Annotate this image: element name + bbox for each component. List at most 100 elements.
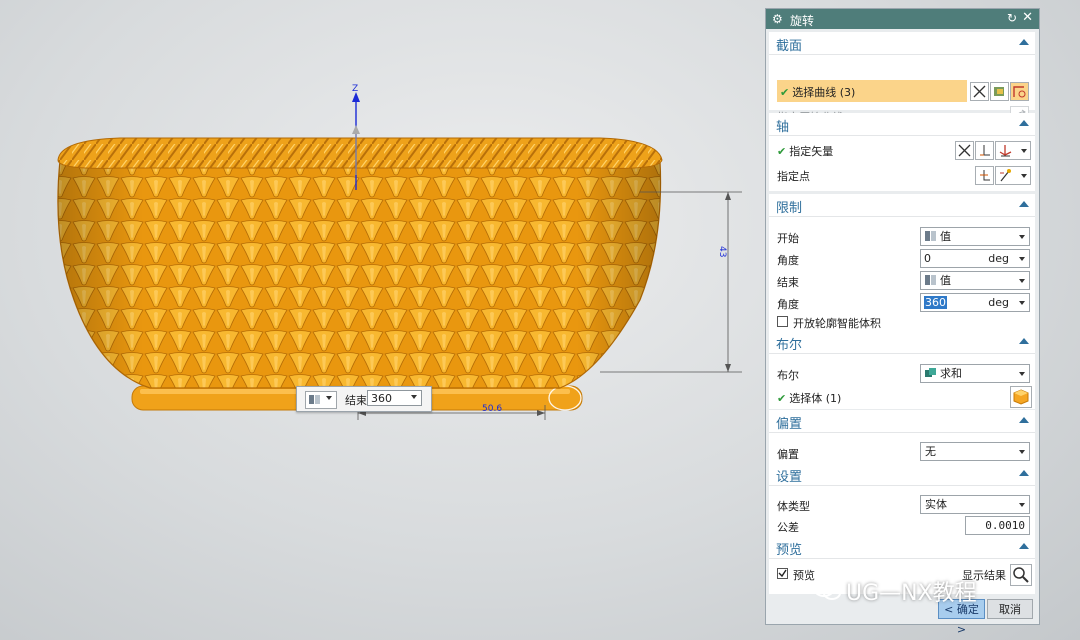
reverse-direction-button[interactable] xyxy=(955,141,974,160)
start-label: 开始 xyxy=(777,232,799,245)
start-angle-input[interactable]: 0 deg xyxy=(920,249,1030,268)
start-type-value: 值 xyxy=(940,230,951,243)
start-angle-unit: deg xyxy=(988,252,1009,265)
check-icon: ✔ xyxy=(780,86,790,99)
vertical-dimension-value[interactable]: 43 xyxy=(717,246,727,257)
body-type-value: 实体 xyxy=(925,498,947,511)
curve-icon xyxy=(1013,86,1026,98)
start-angle-label: 角度 xyxy=(777,254,799,267)
open-profile-checkbox[interactable] xyxy=(777,316,788,327)
boolean-header[interactable]: 布尔 xyxy=(769,331,1035,354)
specify-point-label: 指定点 xyxy=(777,170,810,183)
collapse-chevron-icon[interactable] xyxy=(1019,120,1029,126)
collapse-chevron-icon[interactable] xyxy=(1019,417,1029,423)
start-angle-value: 0 xyxy=(924,252,931,265)
float-end-input[interactable]: 360 xyxy=(367,390,422,406)
horizontal-dimension-value[interactable]: 50.6 xyxy=(482,404,502,414)
float-end-value: 360 xyxy=(371,392,392,405)
point-dialog-icon xyxy=(980,170,990,181)
gear-icon[interactable]: ⚙ xyxy=(772,12,783,26)
open-profile-label: 开放轮廓智能体积 xyxy=(793,317,881,330)
z-axis-label: Z xyxy=(352,84,358,94)
reverse-direction-icon xyxy=(958,144,971,157)
limits-header[interactable]: 限制 xyxy=(769,194,1035,217)
collapse-chevron-icon[interactable] xyxy=(1019,39,1029,45)
solid-body-icon xyxy=(1013,389,1029,405)
tolerance-value: 0.0010 xyxy=(985,519,1025,532)
sketch-section-button[interactable] xyxy=(990,82,1009,101)
select-curve-row[interactable]: ✔ 选择曲线 (3) xyxy=(777,80,967,102)
end-angle-float-bar: 结束 360 xyxy=(296,386,432,412)
unite-icon xyxy=(925,368,936,377)
section-header[interactable]: 截面 xyxy=(769,32,1035,55)
check-icon: ✔ xyxy=(777,392,787,405)
wechat-watermark-icon xyxy=(813,579,841,600)
reset-icon[interactable]: ↻ xyxy=(1007,11,1017,25)
collapse-chevron-icon[interactable] xyxy=(1019,543,1029,549)
boolean-value: 求和 xyxy=(940,367,962,380)
end-angle-input[interactable]: 360 deg xyxy=(920,293,1030,312)
cancel-button[interactable]: 取消 xyxy=(987,599,1033,619)
offset-value: 无 xyxy=(925,445,936,458)
end-type-select[interactable]: 值 xyxy=(920,271,1030,290)
collapse-chevron-icon[interactable] xyxy=(1019,470,1029,476)
dialog-title: 旋转 xyxy=(790,14,815,28)
offset-panel: 偏置 偏置 无 xyxy=(769,410,1035,464)
revolve-dialog: ⚙ 旋转 ↻ ✕ 截面 ✔选择曲线 (3) 指定原始曲线 轴 xyxy=(765,8,1040,636)
point-type-dropdown[interactable] xyxy=(995,166,1031,185)
preview-checkbox[interactable] xyxy=(777,568,788,579)
offset-header-label: 偏置 xyxy=(776,417,803,432)
settings-header[interactable]: 设置 xyxy=(769,463,1035,486)
show-result-button[interactable] xyxy=(1010,564,1032,586)
select-body-button[interactable] xyxy=(1010,386,1032,408)
offset-header[interactable]: 偏置 xyxy=(769,410,1035,433)
end-angle-unit: deg xyxy=(988,296,1009,309)
end-angle-value: 360 xyxy=(924,296,947,309)
value-type-icon xyxy=(925,275,936,285)
close-icon[interactable]: ✕ xyxy=(1022,10,1033,25)
offset-select[interactable]: 无 xyxy=(920,442,1030,461)
vector-dialog-button[interactable] xyxy=(975,141,994,160)
limits-header-label: 限制 xyxy=(776,201,803,216)
check-icon: ✔ xyxy=(777,145,787,158)
specify-vector-label: ✔ 指定矢量 xyxy=(777,145,834,158)
end-type-dropdown[interactable] xyxy=(305,391,337,409)
inferred-point-icon xyxy=(1000,169,1011,182)
end-angle-label: 角度 xyxy=(777,298,799,311)
value-type-icon xyxy=(309,395,320,404)
axis-panel: 轴 ✔ 指定矢量 指定点 xyxy=(769,113,1035,191)
offset-label: 偏置 xyxy=(777,448,799,461)
curve-rule-button[interactable] xyxy=(970,82,989,101)
boolean-label: 布尔 xyxy=(777,369,799,382)
start-type-select[interactable]: 值 xyxy=(920,227,1030,246)
select-curve-label: ✔ 选择曲线 (3) xyxy=(780,86,856,99)
curve-rule-icon xyxy=(973,85,986,98)
boolean-panel: 布尔 布尔 求和 ✔ 选择体 (1) xyxy=(769,331,1035,409)
tolerance-input[interactable]: 0.0010 xyxy=(965,516,1030,535)
point-dialog-button[interactable] xyxy=(975,166,994,185)
end-type-value: 值 xyxy=(940,274,951,287)
section-panel: 截面 ✔选择曲线 (3) 指定原始曲线 xyxy=(769,32,1035,125)
collapse-chevron-icon[interactable] xyxy=(1019,201,1029,207)
tolerance-label: 公差 xyxy=(777,521,799,534)
preview-header[interactable]: 预览 xyxy=(769,536,1035,559)
body-type-label: 体类型 xyxy=(777,500,810,513)
watermark-text: UG—NX教程 xyxy=(846,581,977,606)
vector-type-dropdown[interactable] xyxy=(995,141,1031,160)
select-body-label: ✔ 选择体 (1) xyxy=(777,392,842,405)
settings-header-label: 设置 xyxy=(776,470,803,485)
dialog-titlebar[interactable]: ⚙ 旋转 ↻ ✕ xyxy=(766,9,1039,29)
basket-rope-rim xyxy=(57,137,663,169)
checkmark-icon xyxy=(778,569,787,578)
body-type-select[interactable]: 实体 xyxy=(920,495,1030,514)
sketch-icon xyxy=(994,87,1004,96)
boolean-select[interactable]: 求和 xyxy=(920,364,1030,383)
value-type-icon xyxy=(925,231,936,241)
basket-woven-body xyxy=(57,159,662,389)
vector-dialog-icon xyxy=(980,145,990,156)
boolean-header-label: 布尔 xyxy=(776,338,803,353)
axis-header[interactable]: 轴 xyxy=(769,113,1035,136)
axis-header-label: 轴 xyxy=(776,120,790,135)
collapse-chevron-icon[interactable] xyxy=(1019,338,1029,344)
curve-section-button[interactable] xyxy=(1010,82,1029,101)
